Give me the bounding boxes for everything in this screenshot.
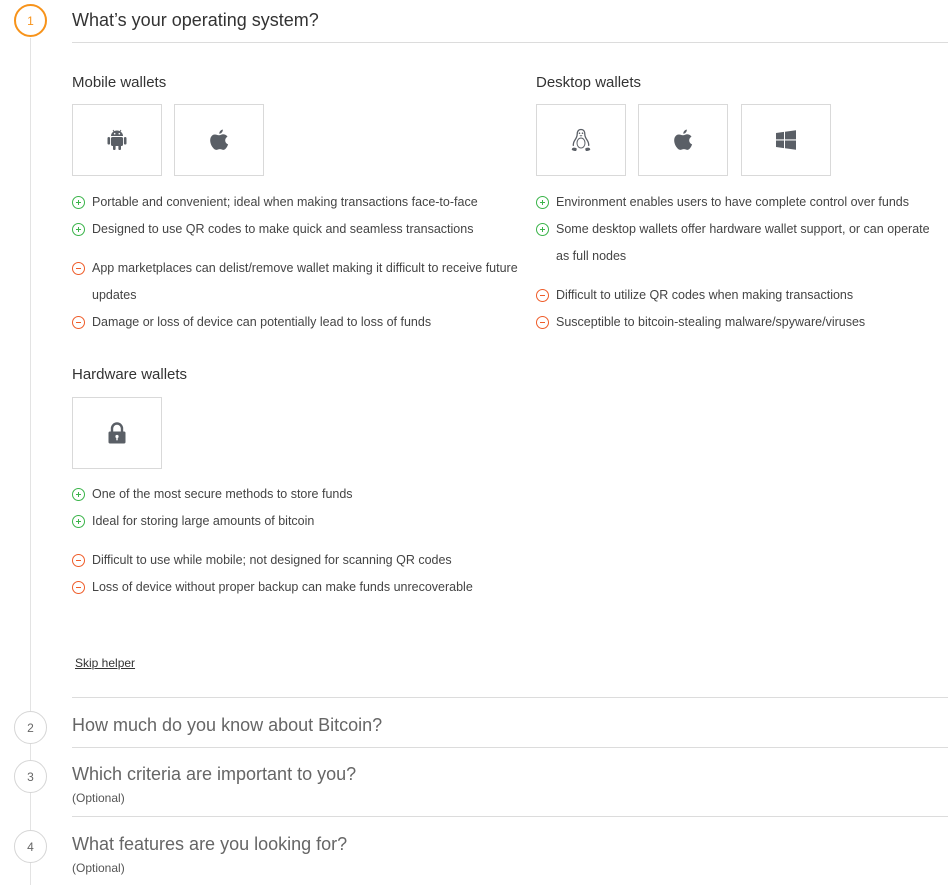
pro-item: Designed to use QR codes to make quick a… [72, 216, 522, 243]
divider [72, 816, 948, 817]
pro-item: Some desktop wallets offer hardware wall… [536, 216, 946, 270]
plus-circle-icon [72, 223, 85, 236]
ios-option[interactable] [174, 104, 264, 176]
minus-circle-icon [72, 316, 85, 329]
plus-circle-icon [536, 196, 549, 209]
mobile-wallets-heading: Mobile wallets [72, 74, 167, 91]
divider [72, 747, 948, 748]
minus-circle-icon [536, 289, 549, 302]
step-3-number[interactable]: 3 [14, 760, 47, 793]
linux-icon [571, 128, 591, 152]
windows-option[interactable] [741, 104, 831, 176]
android-option[interactable] [72, 104, 162, 176]
con-item: Difficult to utilize QR codes when makin… [536, 282, 946, 309]
step-2-number[interactable]: 2 [14, 711, 47, 744]
plus-circle-icon [72, 196, 85, 209]
con-item: Loss of device without proper backup can… [72, 574, 522, 601]
apple-icon [210, 129, 229, 150]
divider [72, 697, 948, 698]
step-2-title[interactable]: How much do you know about Bitcoin? [72, 715, 382, 736]
step-4-number[interactable]: 4 [14, 830, 47, 863]
con-item: Difficult to use while mobile; not desig… [72, 547, 522, 574]
con-item: Susceptible to bitcoin-stealing malware/… [536, 309, 946, 336]
minus-circle-icon [536, 316, 549, 329]
plus-circle-icon [72, 488, 85, 501]
desktop-pros-cons: Environment enables users to have comple… [536, 189, 946, 336]
desktop-wallets-heading: Desktop wallets [536, 74, 642, 91]
con-item: Damage or loss of device can potentially… [72, 309, 522, 336]
hardware-wallets-heading: Hardware wallets [72, 366, 188, 383]
pro-item: Ideal for storing large amounts of bitco… [72, 508, 522, 535]
minus-circle-icon [72, 262, 85, 275]
pro-item: One of the most secure methods to store … [72, 481, 522, 508]
step-3-title[interactable]: Which criteria are important to you? [72, 764, 356, 785]
apple-icon [674, 129, 693, 150]
con-item: App marketplaces can delist/remove walle… [72, 255, 522, 309]
step-1-number[interactable]: 1 [14, 4, 47, 37]
lock-icon [108, 422, 126, 444]
minus-circle-icon [72, 554, 85, 567]
android-icon [107, 129, 127, 150]
skip-helper-link[interactable]: Skip helper [75, 656, 135, 670]
minus-circle-icon [72, 581, 85, 594]
pro-item: Environment enables users to have comple… [536, 189, 946, 216]
macos-option[interactable] [638, 104, 728, 176]
step-1-title[interactable]: What’s your operating system? [72, 10, 319, 31]
hardware-option[interactable] [72, 397, 162, 469]
plus-circle-icon [72, 515, 85, 528]
plus-circle-icon [536, 223, 549, 236]
pro-item: Portable and convenient; ideal when maki… [72, 189, 522, 216]
divider [72, 42, 948, 43]
step-4-subtitle: (Optional) [72, 861, 125, 875]
mobile-pros-cons: Portable and convenient; ideal when maki… [72, 189, 522, 336]
step-4-title[interactable]: What features are you looking for? [72, 834, 347, 855]
windows-icon [776, 130, 796, 150]
step-3-subtitle: (Optional) [72, 791, 125, 805]
linux-option[interactable] [536, 104, 626, 176]
timeline-line [30, 38, 31, 885]
hardware-pros-cons: One of the most secure methods to store … [72, 481, 522, 601]
